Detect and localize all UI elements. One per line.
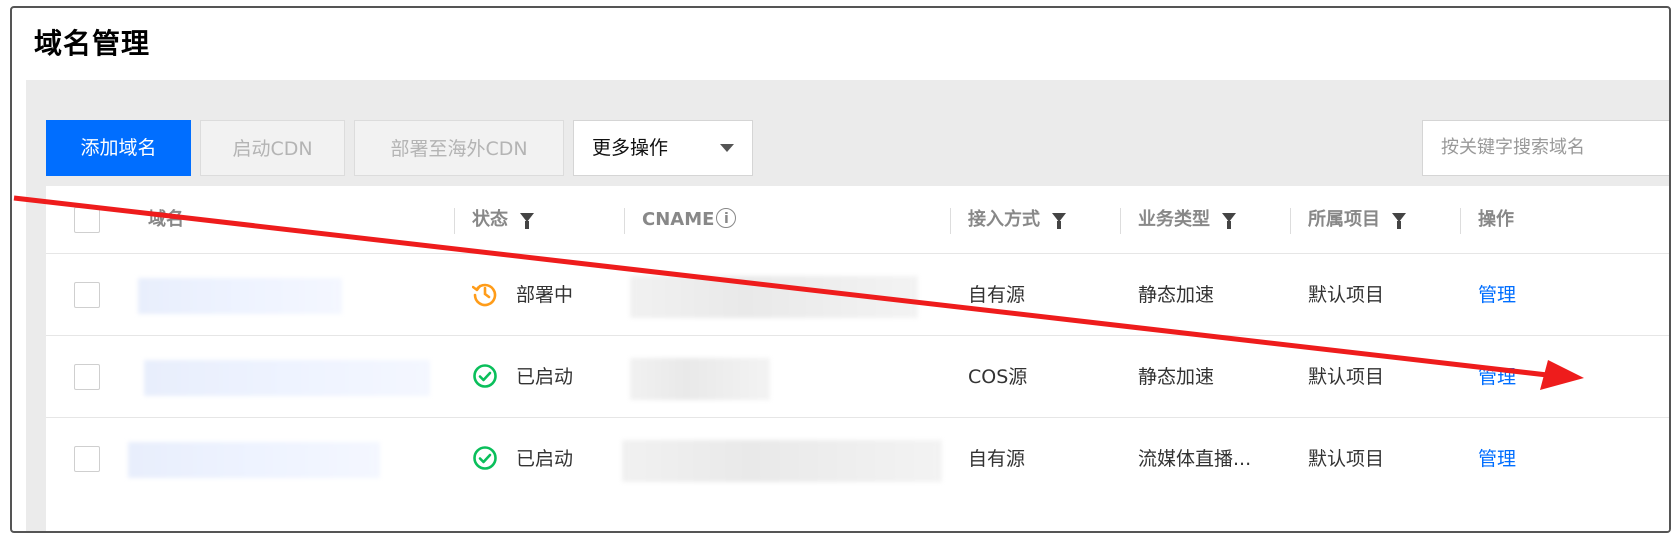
column-project-label: 所属项目 <box>1308 209 1380 230</box>
redacted-domain[interactable] <box>128 442 380 478</box>
page-title: 域名管理 <box>34 27 151 60</box>
manage-link[interactable]: 管理 <box>1478 418 1516 500</box>
filter-icon[interactable] <box>1052 212 1066 229</box>
select-all-checkbox[interactable] <box>74 207 100 233</box>
table-header: 域名 状态 CNAME i 接入方式 业务类型 所属项目 操作 <box>46 186 1669 254</box>
biz-type-cell: 静态加速 <box>1138 284 1215 306</box>
redacted-cname <box>622 440 942 482</box>
table-row: 已启动 COS源 静态加速 默认项目 管理 <box>46 336 1669 418</box>
table-row: 部署中 自有源 静态加速 默认项目 管理 <box>46 254 1669 336</box>
info-icon[interactable]: i <box>716 208 737 228</box>
manage-link[interactable]: 管理 <box>1478 254 1516 336</box>
manage-link[interactable]: 管理 <box>1478 336 1516 418</box>
deploy-overseas-button[interactable]: 部署至海外CDN <box>354 120 564 176</box>
row-checkbox[interactable] <box>74 364 100 390</box>
enable-cdn-button[interactable]: 启动CDN <box>200 120 345 176</box>
column-domain: 域名 <box>148 209 184 230</box>
filter-icon[interactable] <box>1392 212 1406 229</box>
domain-table: 域名 状态 CNAME i 接入方式 业务类型 所属项目 操作 部署中 自有源 … <box>46 186 1669 531</box>
redacted-domain[interactable] <box>144 360 430 396</box>
column-divider <box>624 208 625 234</box>
column-project[interactable]: 所属项目 <box>1308 186 1406 254</box>
table-row: 已启动 自有源 流媒体直播... 默认项目 管理 <box>46 418 1669 500</box>
redacted-cname <box>630 358 770 400</box>
biz-type-cell: 流媒体直播... <box>1138 448 1252 470</box>
column-cname-label: CNAME <box>642 209 715 230</box>
filter-icon[interactable] <box>1222 212 1236 229</box>
status-text: 已启动 <box>516 448 574 470</box>
more-actions-dropdown[interactable]: 更多操作 <box>573 120 753 176</box>
chevron-down-icon <box>720 144 734 152</box>
column-biz-type-label: 业务类型 <box>1138 209 1210 230</box>
column-access-label: 接入方式 <box>968 209 1040 230</box>
more-actions-label: 更多操作 <box>592 137 669 159</box>
status-text: 已启动 <box>516 366 574 388</box>
column-divider <box>1120 208 1121 234</box>
clock-icon <box>472 283 497 306</box>
access-cell: 自有源 <box>968 448 1026 470</box>
redacted-cname <box>630 276 918 318</box>
status-cell: 已启动 <box>472 336 573 418</box>
column-status[interactable]: 状态 <box>472 186 534 254</box>
redacted-domain[interactable] <box>138 278 342 314</box>
column-actions: 操作 <box>1478 209 1514 230</box>
access-cell: COS源 <box>968 366 1028 388</box>
row-checkbox[interactable] <box>74 282 100 308</box>
row-checkbox[interactable] <box>74 446 100 472</box>
column-divider <box>1460 208 1461 234</box>
column-cname: CNAME i <box>642 186 737 254</box>
column-divider <box>1290 208 1291 234</box>
window-frame: 域名管理 添加域名 启动CDN 部署至海外CDN 更多操作 按关键字搜索域名 域… <box>10 6 1671 533</box>
project-cell: 默认项目 <box>1308 448 1385 470</box>
column-divider <box>950 208 951 234</box>
status-cell: 已启动 <box>472 418 573 500</box>
column-divider <box>454 208 455 234</box>
column-access[interactable]: 接入方式 <box>968 186 1066 254</box>
check-circle-icon <box>473 363 497 388</box>
project-cell: 默认项目 <box>1308 366 1385 388</box>
project-cell: 默认项目 <box>1308 284 1385 306</box>
column-biz-type[interactable]: 业务类型 <box>1138 186 1236 254</box>
check-circle-icon <box>473 445 497 470</box>
filter-icon[interactable] <box>520 212 534 229</box>
add-domain-button[interactable]: 添加域名 <box>46 120 191 176</box>
biz-type-cell: 静态加速 <box>1138 366 1215 388</box>
column-status-label: 状态 <box>472 209 508 230</box>
content-panel: 添加域名 启动CDN 部署至海外CDN 更多操作 按关键字搜索域名 域名 状态 … <box>26 80 1669 531</box>
access-cell: 自有源 <box>968 284 1026 306</box>
search-input[interactable]: 按关键字搜索域名 <box>1422 120 1669 176</box>
status-text: 部署中 <box>516 284 574 306</box>
status-cell: 部署中 <box>472 254 573 336</box>
